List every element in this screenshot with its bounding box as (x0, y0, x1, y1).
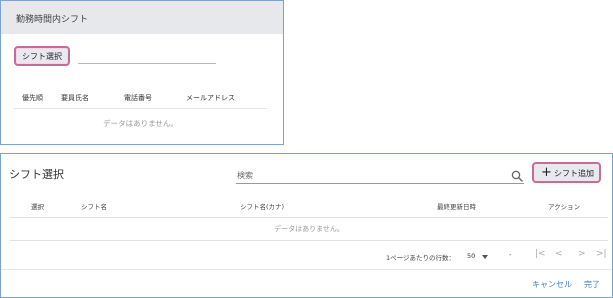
column-shift-name-kana: シフト名(カナ) (240, 203, 285, 211)
add-shift-button-label: シフト追加 (554, 169, 594, 178)
table-header-divider (10, 217, 608, 218)
assigned-shift-title: 勤務時間内シフト (16, 15, 89, 25)
plus-icon: + (541, 165, 552, 180)
page-range: - (509, 251, 512, 259)
add-shift-button[interactable]: + シフト追加 (532, 162, 601, 183)
first-page-icon[interactable]: |< (535, 249, 546, 259)
shift-select-button[interactable]: シフト選択 (14, 46, 70, 66)
empty-message: データはありません。 (103, 119, 178, 128)
search-input[interactable]: 検索 (237, 170, 253, 181)
column-shift-name: シフト名 (81, 203, 107, 211)
caret-down-icon[interactable] (482, 255, 488, 259)
table-divider (14, 108, 267, 109)
column-email: メールアドレス (186, 94, 235, 102)
cancel-button[interactable]: キャンセル (532, 279, 572, 290)
selected-shift-field[interactable] (78, 63, 216, 64)
rows-per-page-select[interactable]: 50 (467, 252, 475, 260)
shift-select-button-label: シフト選択 (22, 52, 62, 61)
column-last-updated: 最終更新日時 (437, 203, 476, 211)
dialog-title: シフト選択 (9, 168, 64, 181)
empty-message: データはありません。 (274, 225, 344, 233)
column-select: 選択 (31, 203, 44, 211)
search-icon[interactable] (511, 170, 523, 182)
prev-page-icon[interactable]: < (555, 249, 563, 259)
table-footer-divider (10, 240, 608, 241)
done-button[interactable]: 完了 (584, 279, 600, 290)
last-page-icon[interactable]: >| (596, 249, 607, 259)
next-page-icon[interactable]: > (578, 249, 586, 259)
column-priority: 優先順 (22, 94, 43, 102)
rows-per-page-label: 1ページあたりの行数： (386, 254, 456, 262)
column-staff-name: 要員氏名 (61, 94, 89, 102)
search-input-underline (236, 183, 524, 184)
footer-divider (1, 269, 612, 270)
column-action: アクション (548, 203, 581, 211)
column-phone: 電話番号 (124, 94, 152, 102)
